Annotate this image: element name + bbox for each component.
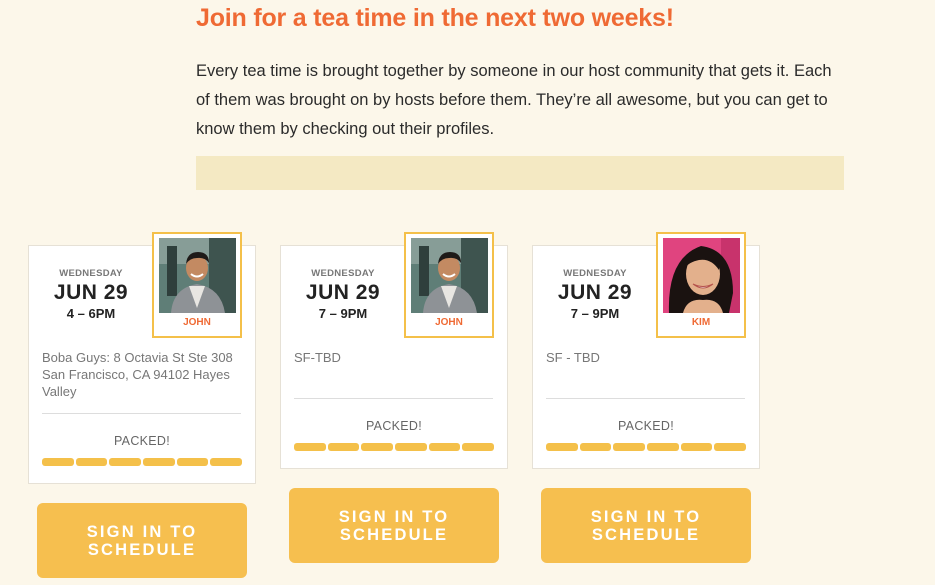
event-status: PACKED! [617, 419, 675, 433]
card-divider [546, 398, 745, 399]
capacity-segment [109, 458, 142, 466]
capacity-segment [680, 443, 713, 451]
capacity-segment [647, 443, 679, 451]
event-card-body: WEDNESDAY JUN 29 7 – 9PM JOHN SF-TBD PAC… [280, 232, 508, 469]
capacity-segment [428, 443, 461, 451]
capacity-segment [176, 458, 209, 466]
event-date: WEDNESDAY JUN 29 7 – 9PM [545, 268, 645, 321]
event-card-body: WEDNESDAY JUN 29 7 – 9PM KIM SF - TBD PA… [532, 232, 760, 469]
notice-banner [196, 156, 844, 190]
event-weekday: WEDNESDAY [311, 268, 375, 279]
event-day: JUN 29 [53, 281, 129, 304]
host-avatar [411, 238, 488, 313]
host-profile[interactable]: KIM [656, 232, 746, 338]
event-card-body: WEDNESDAY JUN 29 4 – 6PM JOHN Boba Guys:… [28, 232, 256, 484]
event-weekday: WEDNESDAY [59, 268, 123, 279]
host-name[interactable]: KIM [658, 317, 744, 328]
event-card: WEDNESDAY JUN 29 4 – 6PM JOHN Boba Guys:… [28, 232, 256, 484]
event-location: Boba Guys: 8 Octavia St Ste 308 San Fran… [42, 350, 233, 399]
capacity-bar [294, 443, 495, 451]
event-time: 4 – 6PM [66, 306, 116, 321]
capacity-bar [42, 458, 243, 466]
capacity-segment [361, 443, 394, 451]
capacity-bar [546, 443, 747, 451]
host-name[interactable]: JOHN [406, 317, 492, 328]
sign-in-to-schedule-button[interactable]: SIGN IN TO SCHEDULE [289, 488, 499, 563]
capacity-segment [42, 458, 74, 466]
page-title: Join for a tea time in the next two week… [196, 4, 674, 32]
event-status: PACKED! [365, 419, 423, 433]
host-avatar [663, 238, 740, 313]
capacity-segment [210, 458, 243, 466]
capacity-segment [613, 443, 646, 451]
capacity-segment [579, 443, 612, 451]
capacity-segment [714, 443, 747, 451]
host-profile[interactable]: JOHN [152, 232, 242, 338]
capacity-segment [327, 443, 360, 451]
event-day: JUN 29 [305, 281, 381, 304]
host-profile[interactable]: JOHN [404, 232, 494, 338]
event-location: SF-TBD [294, 350, 341, 365]
capacity-segment [75, 458, 108, 466]
event-card: WEDNESDAY JUN 29 7 – 9PM KIM SF - TBD PA… [532, 232, 760, 469]
host-avatar [159, 238, 236, 313]
capacity-segment [546, 443, 578, 451]
event-location: SF - TBD [546, 350, 600, 365]
intro-text: Every tea time is brought together by so… [196, 62, 832, 138]
event-time: 7 – 9PM [318, 306, 368, 321]
host-name[interactable]: JOHN [154, 317, 240, 328]
capacity-segment [143, 458, 175, 466]
capacity-segment [462, 443, 495, 451]
event-status: PACKED! [113, 434, 171, 448]
sign-in-to-schedule-button[interactable]: SIGN IN TO SCHEDULE [541, 488, 751, 563]
event-card: WEDNESDAY JUN 29 7 – 9PM JOHN SF-TBD PAC… [280, 232, 508, 469]
event-weekday: WEDNESDAY [563, 268, 627, 279]
card-divider [42, 413, 241, 414]
event-date: WEDNESDAY JUN 29 7 – 9PM [293, 268, 393, 321]
capacity-segment [294, 443, 326, 451]
event-time: 7 – 9PM [570, 306, 620, 321]
event-day: JUN 29 [557, 281, 633, 304]
card-divider [294, 398, 493, 399]
event-date: WEDNESDAY JUN 29 4 – 6PM [41, 268, 141, 321]
capacity-segment [395, 443, 427, 451]
sign-in-to-schedule-button[interactable]: SIGN IN TO SCHEDULE [37, 503, 247, 578]
